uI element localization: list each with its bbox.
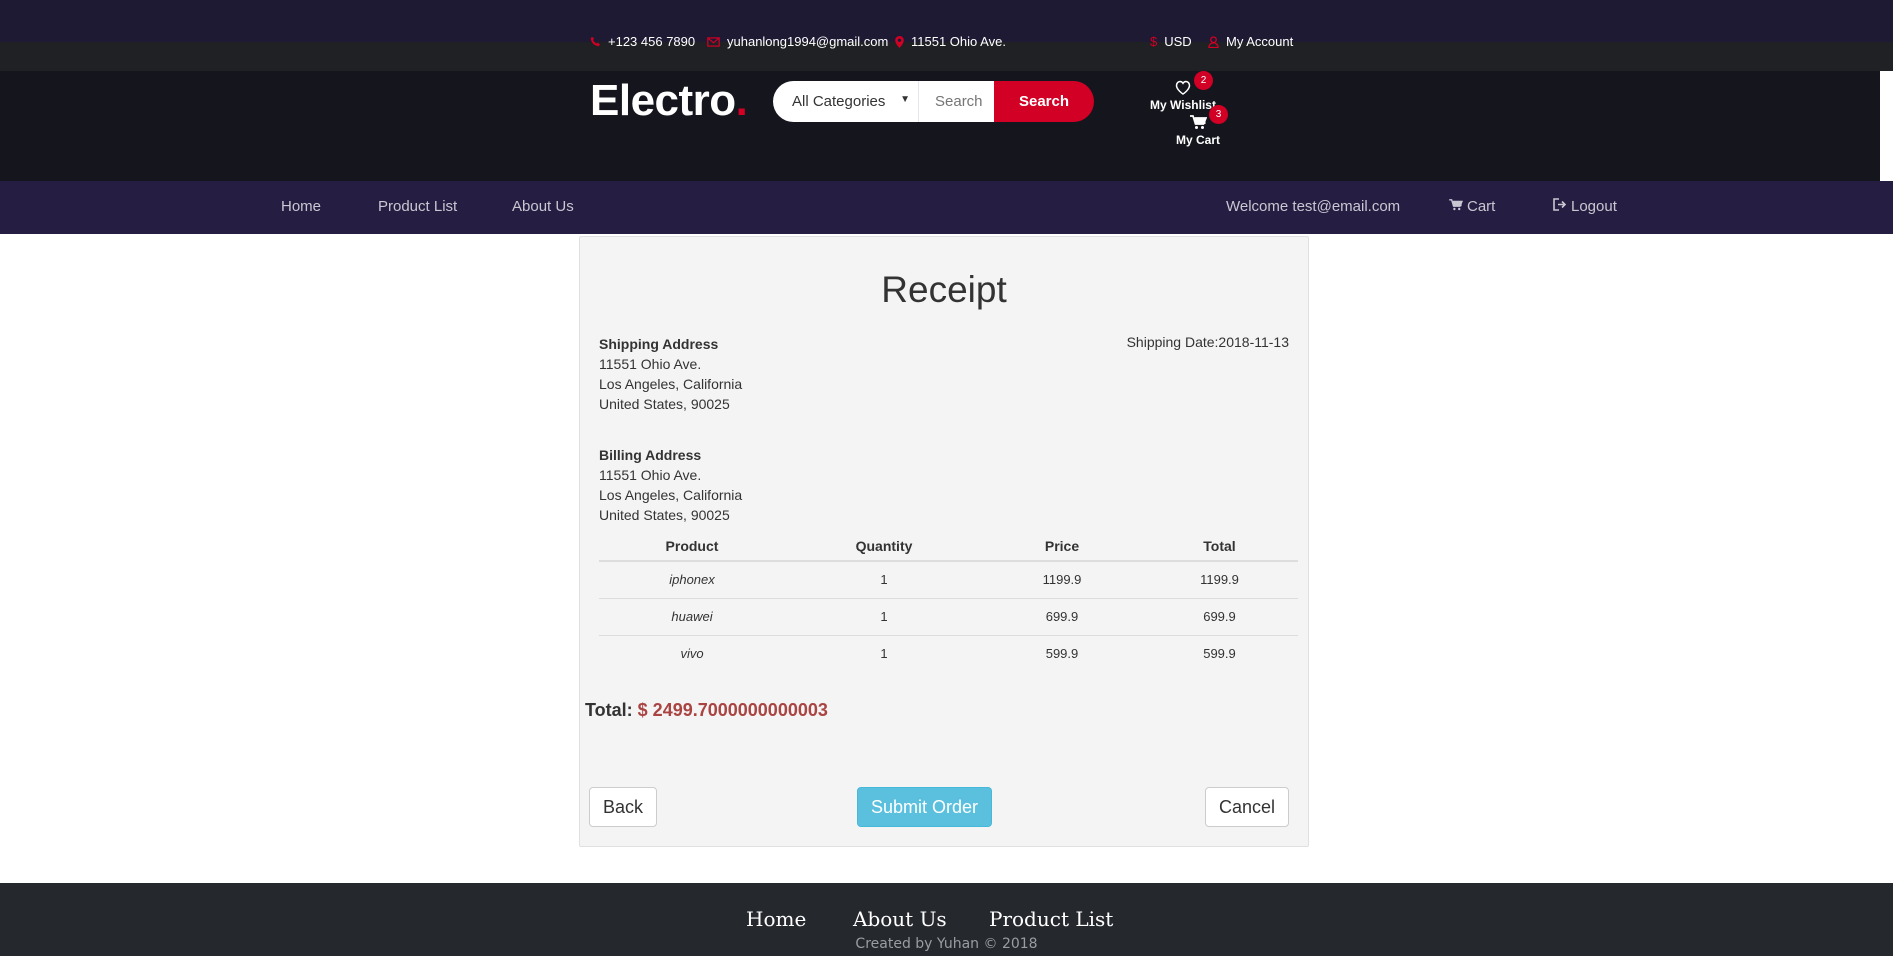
phone-link[interactable]: +123 456 7890: [590, 34, 695, 49]
search-form: All Categories ▼ Search: [773, 81, 1094, 122]
account-text: My Account: [1226, 34, 1294, 49]
billing-address-heading: Billing Address: [599, 447, 702, 463]
logo-text: Electro: [590, 76, 736, 125]
cell-total: 699.9: [1141, 598, 1298, 636]
back-button[interactable]: Back: [589, 787, 657, 827]
email-link[interactable]: yuhanlong1994@gmail.com: [707, 34, 888, 49]
cart-count-badge: 3: [1209, 105, 1228, 124]
order-total-label: Total:: [585, 700, 633, 720]
envelope-icon: [707, 36, 720, 47]
nav-product-list[interactable]: Product List: [378, 198, 457, 215]
my-account-link[interactable]: My Account: [1208, 34, 1293, 49]
search-input[interactable]: [919, 81, 994, 122]
nav-welcome: Welcome test@email.com: [1226, 198, 1401, 215]
cell-total: 1199.9: [1141, 561, 1298, 599]
cell-total: 599.9: [1203, 646, 1236, 662]
billing-address-line2: Los Angeles, California: [599, 487, 743, 503]
footer-link-product-list[interactable]: Product List: [989, 907, 1113, 931]
wishlist-count-badge: 2: [1194, 71, 1213, 90]
category-select-value: All Categories: [792, 93, 886, 110]
order-items-table: Product Quantity Price Total iphonex 1 1…: [599, 529, 1298, 672]
footer-link-home[interactable]: Home: [746, 907, 806, 931]
shipping-address-heading: Shipping Address: [599, 336, 719, 352]
cell-price: 599.9: [1045, 646, 1079, 662]
map-marker-icon: [895, 35, 904, 48]
nav-about-us[interactable]: About Us: [512, 198, 574, 215]
cell-product: iphonex: [599, 561, 785, 599]
cart-label: My Cart: [1175, 133, 1220, 147]
column-header-quantity: Quantity: [785, 529, 983, 562]
cell-product: huawei: [599, 598, 785, 636]
search-button[interactable]: Search: [994, 81, 1094, 122]
footer-link-about-us[interactable]: About Us: [853, 907, 947, 931]
phone-icon: [590, 36, 601, 47]
shipping-date: Shipping Date:2018-11-13: [1126, 334, 1289, 350]
receipt-title: Receipt: [881, 269, 1007, 310]
shipping-address-line2: Los Angeles, California: [599, 376, 743, 392]
logout-icon: [1553, 198, 1567, 215]
cell-quantity: 1: [785, 561, 983, 599]
cell-quantity: 1: [880, 646, 888, 662]
order-total-amount: $ 2499.7000000000003: [637, 700, 828, 720]
column-header-price: Price: [983, 529, 1141, 562]
nav-home[interactable]: Home: [281, 198, 321, 215]
table-row: iphonex 1 1199.9 1199.9: [599, 561, 1298, 599]
nav-cart-label: Cart: [1467, 198, 1496, 215]
nav-logout[interactable]: Logout: [1553, 198, 1617, 215]
logo-dot: .: [735, 76, 748, 125]
address-text: 11551 Ohio Ave.: [911, 34, 1006, 49]
cell-product: vivo: [680, 646, 704, 662]
cell-price: 1199.9: [983, 561, 1141, 599]
shipping-address: Shipping Address 11551 Ohio Ave. Los Ang…: [599, 334, 742, 414]
table-row: vivo 1 599.9 599.9: [599, 635, 1298, 672]
billing-address-line3: United States, 90025: [599, 507, 730, 523]
shopping-cart-icon: [1449, 198, 1464, 215]
wishlist-widget[interactable]: My Wishlist 2: [1150, 71, 1216, 112]
currency-link[interactable]: $ USD: [1150, 34, 1192, 49]
email-text: yuhanlong1994@gmail.com: [727, 34, 889, 49]
billing-address: Billing Address 11551 Ohio Ave. Los Ange…: [599, 445, 742, 525]
user-icon: [1208, 35, 1219, 48]
submit-order-button[interactable]: Submit Order: [857, 787, 992, 827]
nav-cart[interactable]: Cart: [1449, 198, 1495, 215]
footer-credit: Created by Yuhan © 2018: [855, 936, 1038, 952]
shipping-address-line3: United States, 90025: [599, 396, 730, 412]
electro-logo[interactable]: Electro.: [590, 75, 748, 127]
cell-quantity: 1: [785, 598, 983, 636]
dollar-icon: $: [1150, 34, 1158, 49]
billing-address-line1: 11551 Ohio Ave.: [599, 467, 702, 483]
cart-widget[interactable]: My Cart 3: [1174, 105, 1228, 147]
cancel-button[interactable]: Cancel: [1205, 787, 1289, 827]
currency-text: USD: [1164, 34, 1192, 49]
address-link[interactable]: 11551 Ohio Ave.: [895, 34, 1006, 49]
cell-price: 699.9: [983, 598, 1141, 636]
order-total: Total: $ 2499.7000000000003: [585, 700, 828, 721]
nav-logout-label: Logout: [1571, 198, 1617, 215]
table-header-row: Product Quantity Price Total: [599, 529, 1298, 562]
column-header-total: Total: [1141, 529, 1298, 562]
column-header-product: Product: [599, 529, 785, 562]
table-row: huawei 1 699.9 699.9: [599, 598, 1298, 636]
wishlist-label: My Wishlist: [1150, 98, 1216, 112]
phone-text: +123 456 7890: [608, 34, 696, 49]
category-select[interactable]: All Categories ▼: [773, 81, 919, 122]
shipping-address-line1: 11551 Ohio Ave.: [599, 356, 702, 372]
caret-down-icon: ▼: [900, 94, 910, 105]
